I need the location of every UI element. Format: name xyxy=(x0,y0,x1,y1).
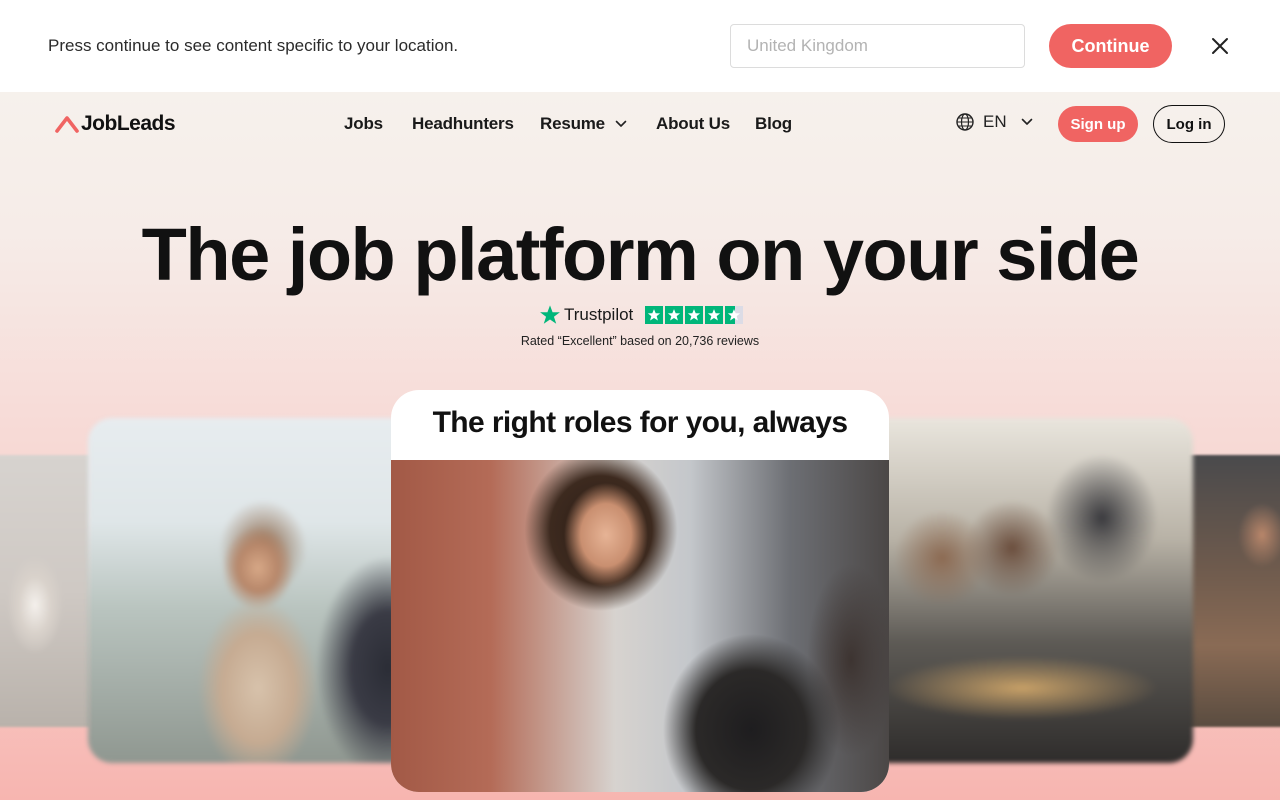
close-banner-button[interactable] xyxy=(1206,32,1234,60)
nav-jobs[interactable]: Jobs xyxy=(344,114,383,134)
continue-button[interactable]: Continue xyxy=(1049,24,1172,68)
nav-resume[interactable]: Resume xyxy=(540,114,627,134)
nav-headhunters[interactable]: Headhunters xyxy=(412,114,514,134)
logo[interactable]: JobLeads xyxy=(55,112,176,136)
language-selector[interactable]: EN xyxy=(955,112,1033,132)
trustpilot-star-icon xyxy=(540,305,560,324)
hero-headline: The job platform on your side xyxy=(141,213,1140,296)
rating-star-icon xyxy=(645,306,664,324)
trustpilot-label: Trustpilot xyxy=(564,305,634,324)
rating-star-icon xyxy=(705,306,724,324)
nav-resume-label: Resume xyxy=(540,114,605,133)
country-input[interactable] xyxy=(730,24,1025,68)
chevron-down-icon xyxy=(1021,118,1032,125)
trustpilot-rating-stars xyxy=(645,306,744,324)
language-label: EN xyxy=(983,112,1007,131)
globe-icon xyxy=(956,113,974,131)
trustpilot-caption: Rated “Excellent” based on 20,736 review… xyxy=(520,334,760,348)
rating-star-icon xyxy=(665,306,684,324)
nav-about-us[interactable]: About Us xyxy=(656,114,730,134)
rating-half-star-icon xyxy=(725,306,744,324)
rating-star-icon xyxy=(685,306,704,324)
logo-text: JobLeads xyxy=(81,112,176,135)
trustpilot-widget[interactable]: Trustpilot xyxy=(539,304,744,326)
location-banner-message: Press continue to see content specific t… xyxy=(48,36,459,55)
photo-card-right xyxy=(862,418,1193,763)
login-button[interactable]: Log in xyxy=(1153,105,1225,143)
location-banner: Press continue to see content specific t… xyxy=(0,0,1280,92)
photo-card-left xyxy=(88,418,418,763)
jobleads-logo-icon xyxy=(55,116,79,133)
featured-card-photo xyxy=(391,460,889,792)
nav-blog[interactable]: Blog xyxy=(755,114,792,134)
close-icon xyxy=(1212,38,1228,54)
signup-button[interactable]: Sign up xyxy=(1058,106,1138,142)
photo-card-far-right xyxy=(1187,455,1280,727)
trustpilot-brand: Trustpilot xyxy=(539,304,633,326)
photo-card-far-left xyxy=(0,455,90,727)
chevron-down-icon xyxy=(615,120,627,127)
featured-card-title: The right roles for you, always xyxy=(432,406,848,439)
